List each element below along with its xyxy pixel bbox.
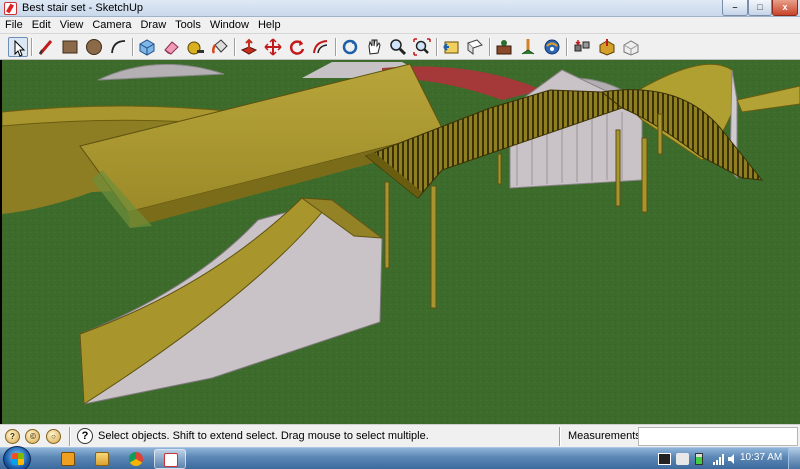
zoom-icon[interactable] [388,37,408,57]
menu-edit[interactable]: Edit [27,17,55,34]
menu-draw[interactable]: Draw [135,17,170,34]
next-view-icon[interactable] [465,37,485,57]
arc-icon[interactable] [108,37,128,57]
model-viewport[interactable] [2,60,800,424]
support-post [615,129,621,207]
menu-window[interactable]: Window [205,17,253,34]
rectangle-icon[interactable] [60,37,80,57]
menu-camera[interactable]: Camera [87,17,135,34]
make-component-icon[interactable] [137,37,157,57]
offset-icon[interactable] [311,37,331,57]
action-center-icon[interactable] [676,453,689,465]
push-pull-icon[interactable] [239,37,259,57]
eraser-icon[interactable] [161,37,181,57]
window-title: Best stair set - SketchUp [22,2,144,14]
measurements-label: Measurements [568,430,641,442]
menu-tools[interactable]: Tools [170,17,205,34]
battery-icon[interactable] [695,453,703,465]
title-bar[interactable]: Best stair set - SketchUp – □ x [0,0,800,17]
chrome-icon[interactable] [120,449,152,469]
ccleaner-icon[interactable] [658,453,671,465]
previous-view-icon[interactable] [441,37,461,57]
menu-help[interactable]: Help [253,17,285,34]
get-models-icon[interactable] [572,37,592,57]
move-icon[interactable] [263,37,283,57]
tape-measure-icon[interactable] [186,37,206,57]
support-post [384,181,390,269]
select-icon[interactable] [8,37,28,57]
measurements-input[interactable] [638,427,798,446]
scene-canvas[interactable] [2,60,800,424]
look-around-icon[interactable] [542,37,562,57]
status-hint: Select objects. Shift to extend select. … [98,430,429,442]
menu-view[interactable]: View [55,17,88,34]
credits-icon[interactable]: © [25,429,40,444]
start-button[interactable] [3,446,31,469]
sketchup-icon[interactable] [154,449,186,469]
paint-bucket-icon[interactable] [210,37,230,57]
share-model-icon[interactable] [597,37,617,57]
support-post [430,185,437,309]
sign-in-icon[interactable]: ○ [46,429,61,444]
geo-location-icon[interactable]: ? [5,429,20,444]
components-icon[interactable] [494,37,514,57]
share-component-icon[interactable] [621,37,641,57]
clock[interactable]: 10:37 AM [740,452,782,463]
file-explorer-icon[interactable] [86,449,118,469]
media-player-icon[interactable] [52,449,84,469]
support-post [657,113,663,155]
line-icon[interactable] [36,37,56,57]
pan-icon[interactable] [364,37,384,57]
menu-file[interactable]: File [0,17,27,34]
maximize-button[interactable]: □ [748,0,772,16]
circle-icon[interactable] [84,37,104,57]
zoom-extents-icon[interactable] [412,37,432,57]
main-toolbar [0,34,800,60]
rotate-icon[interactable] [287,37,307,57]
sketchup-app-icon [4,2,17,15]
volume-icon[interactable] [727,453,740,465]
orbit-icon[interactable] [340,37,360,57]
support-post [641,137,648,213]
taskbar: 10:37 AM [0,446,800,469]
menu-bar: File Edit View Camera Draw Tools Window … [0,17,800,34]
show-desktop-button[interactable] [788,448,800,469]
help-icon[interactable]: ? [77,428,93,444]
status-bar: ? © ○ ? Select objects. Shift to extend … [0,424,800,447]
minimize-button[interactable]: – [722,0,748,16]
close-button[interactable]: x [772,0,798,16]
support-post [497,153,502,185]
network-signal-icon[interactable] [713,453,726,465]
position-camera-icon[interactable] [518,37,538,57]
